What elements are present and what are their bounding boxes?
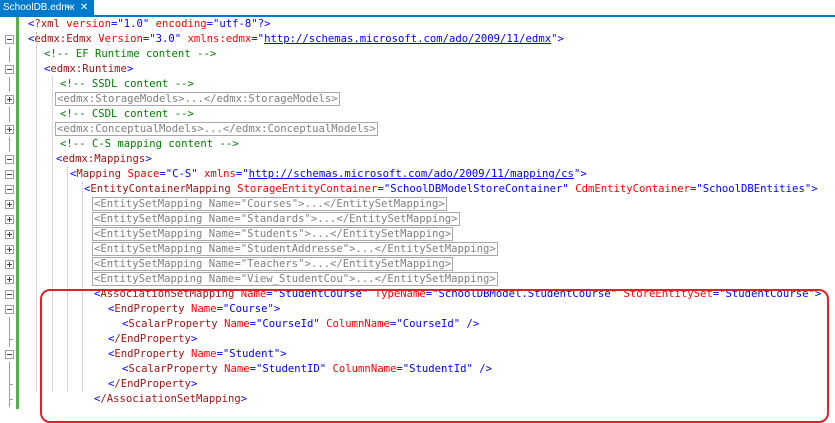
code-line: <EntitySetMapping Name="StudentAddresse"… <box>0 242 835 257</box>
code-line: <EntitySetMapping Name="View_StudentCou"… <box>0 272 835 287</box>
collapsed-region[interactable]: <EntitySetMapping Name="Standards">...</… <box>92 212 460 226</box>
code-line: <EntitySetMapping Name="Teachers">...</E… <box>0 257 835 272</box>
document-tab-bar: SchoolDB.edmx ⫧ ✕ <box>0 0 835 17</box>
comment: <!-- EF Runtime content --> <box>44 48 217 60</box>
collapsed-region[interactable]: <EntitySetMapping Name="View_StudentCou"… <box>92 272 498 286</box>
element-name: EntityContainerMapping <box>90 183 231 195</box>
collapse-toggle[interactable] <box>5 185 14 194</box>
code-line: <!-- EF Runtime content --> <box>0 47 835 62</box>
attr-name: version <box>66 18 111 30</box>
code-line: <EntitySetMapping Name="Standards">...</… <box>0 212 835 227</box>
expand-toggle[interactable] <box>5 215 14 224</box>
code-line: <!-- SSDL content --> <box>0 77 835 92</box>
code-line: <EntityContainerMapping StorageEntityCon… <box>0 182 835 197</box>
namespace-link[interactable]: http://schemas.microsoft.com/ado/2009/11… <box>264 33 551 45</box>
element-name: edmx:Mappings <box>62 153 146 165</box>
collapse-toggle[interactable] <box>5 35 14 44</box>
attr-name: xmlns:edmx <box>187 33 252 45</box>
element-name: edmx:Runtime <box>50 63 127 75</box>
code-line: <EntitySetMapping Name="Students">...</E… <box>0 227 835 242</box>
xml-declaration: ?xml <box>34 18 60 30</box>
attr-name: CdmEntityContainer <box>575 183 690 195</box>
code-line: <edmx:Edmx Version="3.0" xmlns:edmx="htt… <box>0 32 835 47</box>
collapsed-region[interactable]: <edmx:StorageModels>...</edmx:StorageMod… <box>55 92 340 106</box>
code-line: <!-- CSDL content --> <box>0 107 835 122</box>
code-line: <Mapping Space="C-S" xmlns="http://schem… <box>0 167 835 182</box>
attr-name: Version <box>98 33 143 45</box>
expand-toggle[interactable] <box>5 95 14 104</box>
attr-name: StorageEntityContainer <box>237 183 378 195</box>
highlight-annotation <box>40 289 829 423</box>
attr-value: "3.0" <box>149 33 182 45</box>
code-line: <!-- C-S mapping content --> <box>0 137 835 152</box>
attr-name: encoding <box>155 18 207 30</box>
collapsed-region[interactable]: <EntitySetMapping Name="Courses">...</En… <box>92 197 447 211</box>
element-name: edmx:Edmx <box>34 33 92 45</box>
collapse-toggle[interactable] <box>5 170 14 179</box>
code-line: <edmx:StorageModels>...</edmx:StorageMod… <box>0 92 835 107</box>
attr-value: "SchoolDBEntities" <box>696 183 812 195</box>
document-tab[interactable]: SchoolDB.edmx ⫧ ✕ <box>0 0 94 15</box>
collapsed-region[interactable]: <EntitySetMapping Name="Teachers">...</E… <box>92 257 454 271</box>
attr-value: "SchoolDBModelStoreContainer" <box>383 183 569 195</box>
attr-value: "1.0" <box>117 18 150 30</box>
collapsed-region[interactable]: <edmx:ConceptualModels>...</edmx:Concept… <box>55 122 378 136</box>
comment: <!-- C-S mapping content --> <box>60 138 239 150</box>
comment: <!-- CSDL content --> <box>60 108 194 120</box>
collapsed-region[interactable]: <EntitySetMapping Name="StudentAddresse"… <box>92 242 498 256</box>
comment: <!-- SSDL content --> <box>60 78 194 90</box>
code-line: <?xml version="1.0" encoding="utf-8"?> <box>28 18 271 30</box>
namespace-link[interactable]: http://schemas.microsoft.com/ado/2009/11… <box>249 168 574 180</box>
expand-toggle[interactable] <box>5 275 14 284</box>
collapse-toggle[interactable] <box>5 290 14 299</box>
code-line: <edmx:Runtime> <box>0 62 835 77</box>
code-line: <EntitySetMapping Name="Courses">...</En… <box>0 197 835 212</box>
pin-icon[interactable]: ⫧ <box>66 0 71 15</box>
xml-editor[interactable]: <?xml version="1.0" encoding="utf-8"?> <… <box>0 17 835 423</box>
tab-label: SchoolDB.edmx <box>3 2 75 13</box>
code-line: <edmx:ConceptualModels>...</edmx:Concept… <box>0 122 835 137</box>
expand-toggle[interactable] <box>5 260 14 269</box>
expand-toggle[interactable] <box>5 200 14 209</box>
element-name: Mapping <box>76 168 122 180</box>
collapsed-region[interactable]: <EntitySetMapping Name="Students">...</E… <box>92 227 454 241</box>
expand-toggle[interactable] <box>5 245 14 254</box>
attr-name: Space <box>127 168 160 180</box>
attr-value: "C-S" <box>165 168 198 180</box>
collapse-toggle[interactable] <box>5 305 14 314</box>
collapse-toggle[interactable] <box>5 65 14 74</box>
attr-name: xmlns <box>204 168 236 180</box>
expand-toggle[interactable] <box>5 125 14 134</box>
code-line: <edmx:Mappings> <box>0 152 835 167</box>
attr-value: "utf-8" <box>213 18 258 30</box>
collapse-toggle[interactable] <box>5 350 14 359</box>
expand-toggle[interactable] <box>5 230 14 239</box>
collapse-toggle[interactable] <box>5 155 14 164</box>
close-icon[interactable]: ✕ <box>80 0 88 15</box>
